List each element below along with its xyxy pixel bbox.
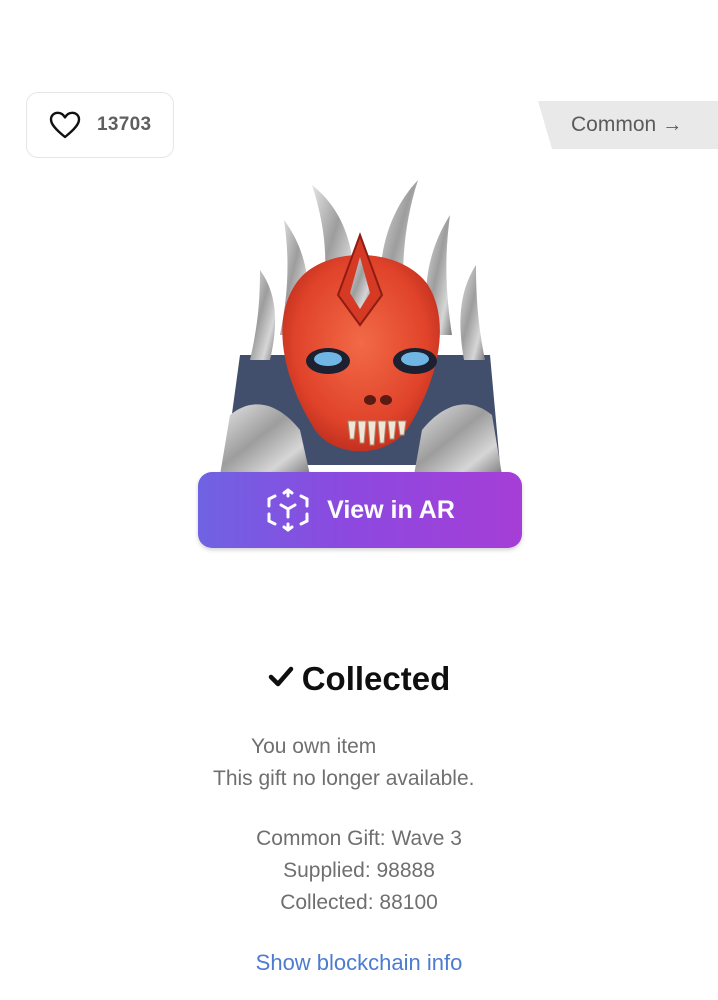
- checkmark-icon: [268, 666, 294, 693]
- supplied-count: Supplied: 98888: [283, 859, 435, 882]
- like-button[interactable]: 13703: [26, 92, 174, 158]
- heart-icon: [49, 111, 81, 139]
- rarity-label: Common: [571, 113, 657, 136]
- status-title: Collected: [301, 660, 451, 697]
- gift-image: [200, 175, 522, 480]
- show-blockchain-info-link[interactable]: Show blockchain info: [0, 950, 718, 976]
- like-count: 13703: [97, 114, 152, 135]
- arrow-right-icon: →: [662, 113, 683, 136]
- collected-status: Collected: [0, 660, 718, 698]
- ownership-text: You own item: [251, 735, 377, 758]
- ar-cube-icon: [265, 487, 311, 533]
- gift-wave: Common Gift: Wave 3: [256, 827, 462, 850]
- view-in-ar-button[interactable]: View in AR: [198, 472, 522, 548]
- rarity-tag[interactable]: Common →: [538, 101, 718, 149]
- view-in-ar-label: View in AR: [327, 495, 455, 524]
- availability-text: This gift no longer available.: [213, 767, 475, 790]
- collected-count: Collected: 88100: [280, 891, 438, 914]
